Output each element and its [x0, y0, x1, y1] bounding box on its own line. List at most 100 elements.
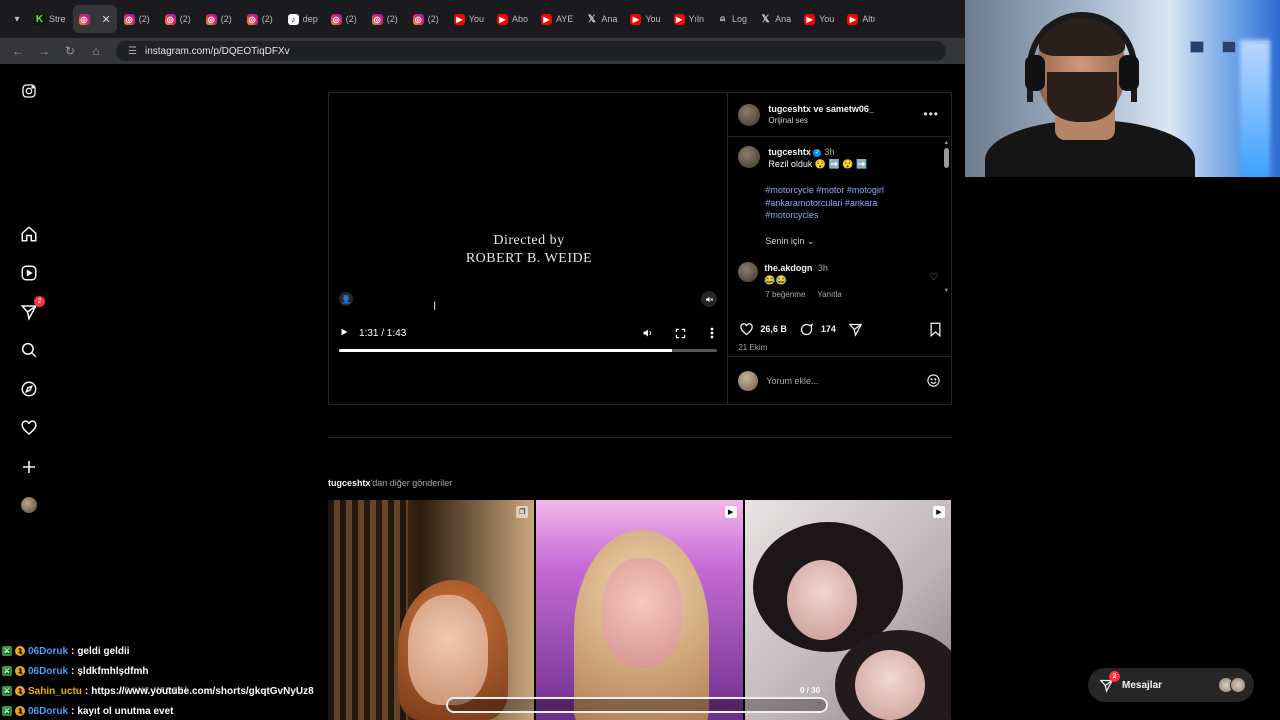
volume-icon[interactable]	[641, 326, 655, 340]
browser-tab-label: Abo	[511, 14, 528, 24]
reload-icon[interactable]: ↻	[64, 44, 76, 58]
browser-tab[interactable]: ▶ Abo	[491, 5, 534, 33]
youtube-favicon-icon: ▶	[540, 13, 552, 25]
post-side-panel: tugceshtx ve sametw06_ Orijinal ses ••• …	[728, 93, 952, 404]
back-icon[interactable]: ←	[12, 44, 24, 58]
mute-icon[interactable]	[701, 291, 718, 307]
subscriber-badge-icon: 1	[15, 646, 25, 656]
browser-tab-strip: ▾ K Stre ◎ ✕ ◎ (2) ◎ (2) ◎ (2) ◎ (2) ♪ dep ◎ (2) ◎ (2) ◎ (2…	[0, 0, 965, 38]
current-user-avatar	[738, 370, 759, 391]
fullscreen-icon[interactable]	[673, 326, 687, 340]
caption-username[interactable]: tugceshtx	[768, 147, 811, 157]
browser-tab[interactable]: ▶ You	[624, 5, 666, 33]
add-comment-input[interactable]	[766, 375, 918, 386]
create-nav-icon[interactable]	[19, 457, 39, 477]
browser-tab[interactable]: 𝕏 Ana	[754, 5, 797, 33]
site-info-icon[interactable]: ☰	[128, 46, 137, 57]
tagged-people-icon[interactable]: 👤	[339, 292, 353, 306]
play-icon[interactable]	[339, 327, 349, 340]
browser-tab[interactable]: ◎ (2)	[366, 5, 406, 33]
post-caption: tugceshtx ✓ 3h Rezil olduk 😯 ➡️ 😯 ➡️	[738, 146, 938, 170]
share-icon[interactable]	[848, 321, 864, 337]
commenter-avatar[interactable]	[738, 262, 759, 282]
direct-message-icon: 2	[1098, 671, 1120, 693]
instagram-favicon-icon: ◎	[164, 13, 176, 25]
more-options-icon[interactable]: •••	[923, 107, 939, 121]
video-more-icon[interactable]	[705, 326, 719, 340]
youtube-favicon-icon: ▶	[804, 13, 816, 25]
likes-count[interactable]: 26,6 B	[760, 324, 787, 334]
browser-tab-label: Ana	[775, 14, 792, 24]
chat-message: ⚔ 1 06Doruk: kayıt ol unutma evet	[2, 705, 174, 717]
home-nav-icon[interactable]	[19, 224, 39, 244]
messages-nav-icon[interactable]: 2	[19, 296, 45, 322]
for-you-dropdown[interactable]: Senin için ⌄	[765, 236, 814, 247]
browser-tab[interactable]: ⍝ Log	[711, 5, 753, 33]
browser-tab[interactable]: 𝕏 Ana	[580, 5, 623, 33]
comment-icon[interactable]	[799, 321, 815, 337]
caption-hashtags[interactable]: #motorcycle #motor #motogirl #ankaramoto…	[765, 184, 925, 222]
instagram-favicon-icon: ◎	[123, 13, 135, 25]
browser-tab[interactable]: ◎ (2)	[159, 5, 199, 33]
tab-search-dropdown-icon[interactable]: ▾	[8, 10, 26, 28]
browser-tab-label: dep	[302, 14, 318, 24]
browser-tab[interactable]: ▶ Altı	[841, 5, 881, 33]
browser-tab[interactable]: ◎ ✕	[72, 5, 117, 33]
browser-tab[interactable]: ♪ dep	[282, 5, 324, 33]
browser-tab[interactable]: ▶ Yıln	[668, 5, 711, 33]
address-bar[interactable]: ☰ instagram.com/p/DQEOTiqDFXv	[116, 41, 946, 61]
save-icon[interactable]	[927, 321, 943, 337]
comment-item: the.akdogn 3h 😂😂 7 beğenme Yanıtla ♡	[738, 262, 938, 299]
author-avatar[interactable]	[738, 103, 761, 126]
scroll-down-icon[interactable]: ▼	[943, 288, 949, 294]
browser-tab[interactable]: ◎ (2)	[200, 5, 240, 33]
home-icon[interactable]: ⌂	[90, 44, 102, 58]
emoji-icon[interactable]	[925, 373, 941, 389]
moderator-badge-icon: ⚔	[2, 706, 12, 716]
tab-close-icon[interactable]: ✕	[102, 13, 111, 26]
browser-tab[interactable]: ▶ You	[798, 5, 840, 33]
instagram-logo-icon[interactable]	[19, 81, 39, 101]
browser-tab[interactable]: ◎ (2)	[325, 5, 365, 33]
post-thumbnail[interactable]: ▶	[744, 500, 951, 720]
commenter-username[interactable]: the.akdogn	[764, 263, 812, 273]
comment-like-icon[interactable]: ♡	[929, 272, 938, 283]
browser-tab[interactable]: ▶ You	[448, 5, 490, 33]
caption-avatar[interactable]	[738, 146, 761, 168]
browser-tab[interactable]: ◎ (2)	[118, 5, 158, 33]
messages-button[interactable]: 2 Mesajlar	[1088, 668, 1254, 702]
browser-tab-label: Ana	[601, 14, 618, 24]
browser-tab[interactable]: ◎ (2)	[407, 5, 447, 33]
reply-button[interactable]: Yanıtla	[817, 290, 841, 299]
search-nav-icon[interactable]	[19, 340, 39, 360]
profile-avatar	[21, 497, 37, 513]
browser-tab[interactable]: ▶ AYE	[535, 5, 579, 33]
scroll-up-icon[interactable]: ▲	[943, 140, 949, 146]
more-posts-username[interactable]: tugceshtx	[328, 478, 371, 488]
video-progress-bar[interactable]	[339, 349, 717, 352]
explore-nav-icon[interactable]	[19, 379, 39, 399]
comments-scrollbar[interactable]: ▲ ▼	[943, 140, 949, 308]
browser-tab-label: (2)	[386, 14, 398, 24]
comment-likes[interactable]: 7 beğenme	[765, 290, 805, 299]
youtube-favicon-icon: ▶	[453, 13, 465, 25]
reels-nav-icon[interactable]	[19, 263, 39, 283]
browser-tab-label: Log	[732, 14, 748, 24]
post-thumbnail[interactable]: ▶	[536, 500, 743, 720]
notifications-nav-icon[interactable]	[19, 418, 39, 438]
browser-tab[interactable]: K Stre	[28, 5, 72, 33]
like-icon[interactable]	[738, 321, 754, 337]
instagram-favicon-icon: ◎	[246, 13, 258, 25]
post-authors[interactable]: tugceshtx ve sametw06_	[768, 103, 874, 115]
browser-tab-label: You	[468, 14, 484, 24]
post-thumbnail[interactable]: ❐	[328, 500, 535, 720]
audio-label[interactable]: Orijinal ses	[768, 115, 874, 127]
video-player[interactable]: Directed by ROBERT B. WEIDE 👤 I 1:31 / 1…	[329, 93, 729, 404]
browser-tab[interactable]: ◎ (2)	[241, 5, 281, 33]
chat-message: ⚔ 1 06Doruk: şldkfmhlşdfmh	[2, 665, 149, 677]
scroll-thumb[interactable]	[943, 148, 949, 168]
profile-nav-icon[interactable]	[19, 495, 39, 515]
lock-favicon-icon: ⍝	[720, 14, 725, 23]
post-card: Directed by ROBERT B. WEIDE 👤 I 1:31 / 1…	[328, 92, 952, 405]
forward-icon[interactable]: →	[38, 44, 50, 58]
